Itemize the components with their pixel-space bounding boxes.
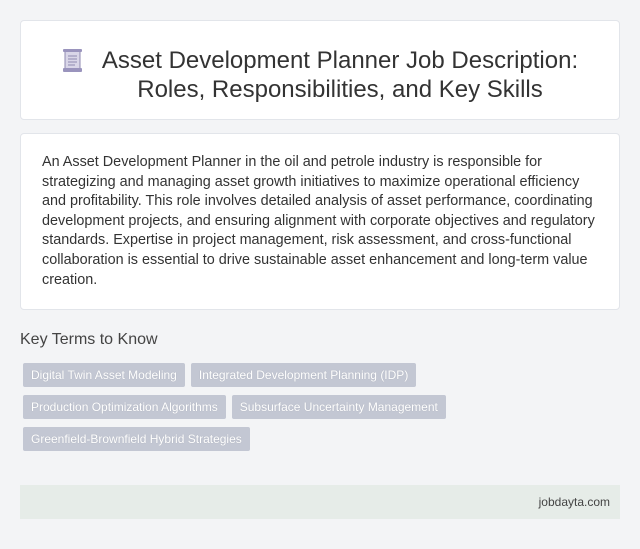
tag-subsurface-uncertainty[interactable]: Subsurface Uncertainty Management [231,395,446,419]
key-terms-tags: Digital Twin Asset Modeling Integrated D… [23,363,583,459]
document-icon [62,48,84,74]
header-card: Asset Development Planner Job Descriptio… [20,20,620,120]
footer-site-link[interactable]: jobdayta.com [539,495,610,509]
tag-digital-twin[interactable]: Digital Twin Asset Modeling [23,363,185,387]
tag-production-optimization[interactable]: Production Optimization Algorithms [23,395,226,419]
title-line-2: Roles, Responsibilities, and Key Skills [137,76,543,103]
tag-integrated-development-planning[interactable]: Integrated Development Planning (IDP) [190,363,417,387]
key-terms-heading: Key Terms to Know [20,331,158,348]
footer: jobdayta.com [20,485,620,519]
title-line-1: Asset Development Planner Job Descriptio… [101,47,579,74]
description-card: An Asset Development Planner in the oil … [20,133,620,310]
job-description: An Asset Development Planner in the oil … [42,154,595,288]
page-title: Asset Development Planner Job Descriptio… [102,46,578,104]
tag-greenfield-brownfield[interactable]: Greenfield-Brownfield Hybrid Strategies [23,427,250,451]
